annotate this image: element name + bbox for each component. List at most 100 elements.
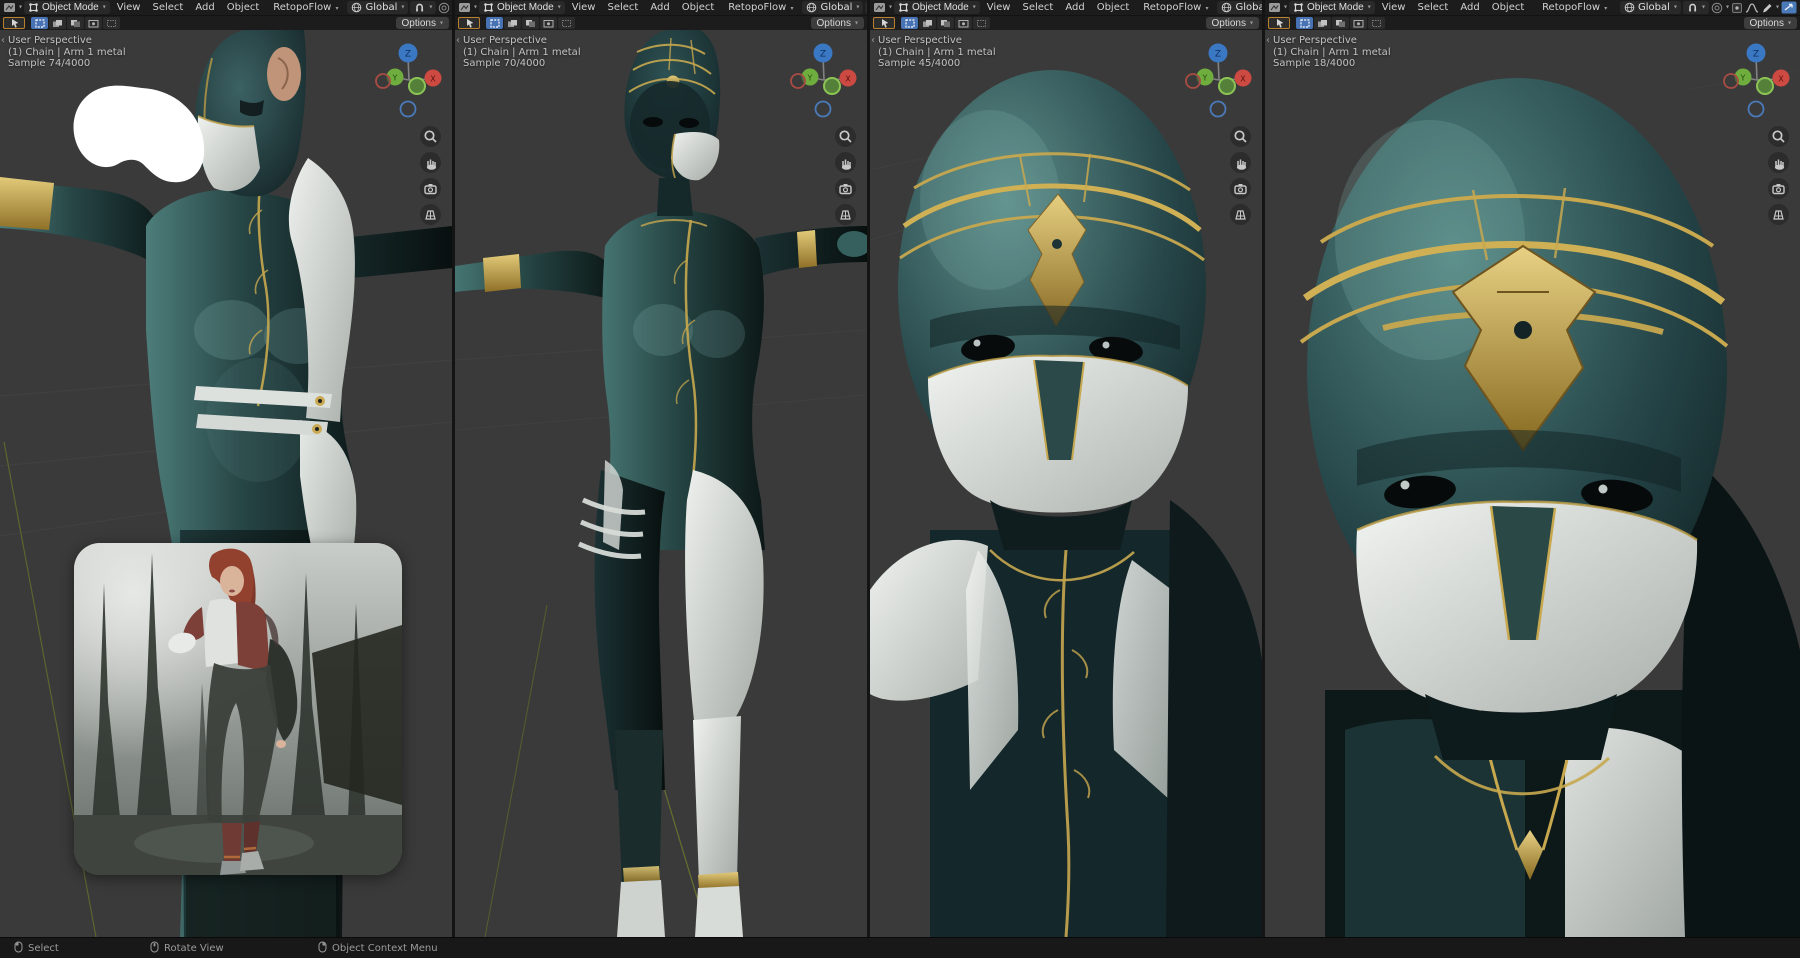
mode-selector[interactable]: Object Mode ▾ <box>894 1 980 14</box>
pan-hand-icon[interactable] <box>1768 152 1789 173</box>
select-intersect-tool[interactable] <box>1368 17 1385 29</box>
viewport-canvas-3[interactable]: ‹ User Perspective (1) Chain | Arm 1 met… <box>870 30 1262 937</box>
menu-select[interactable]: Select <box>1412 2 1453 13</box>
perspective-grid-icon[interactable] <box>420 204 441 225</box>
menu-object[interactable]: Object <box>222 2 265 13</box>
select-intersect-tool[interactable] <box>558 17 575 29</box>
snapping-dropdown[interactable]: ▾ <box>865 1 867 14</box>
menu-view[interactable]: View <box>112 2 146 13</box>
perspective-grid-icon[interactable] <box>1230 204 1251 225</box>
pan-hand-icon[interactable] <box>420 152 441 173</box>
active-tool-button[interactable] <box>3 17 25 29</box>
collapsed-toolbar-arrow[interactable]: ‹ <box>1266 35 1270 46</box>
falloff-curve-icon[interactable] <box>1745 2 1759 14</box>
menu-view[interactable]: View <box>1377 2 1411 13</box>
viewport-canvas-2[interactable]: ‹ User Perspective (1) Chain | Arm 1 met… <box>455 30 867 937</box>
menu-retopoflow[interactable]: RetopoFlow ▾ <box>723 2 798 13</box>
zoom-icon[interactable] <box>420 126 441 147</box>
menu-select[interactable]: Select <box>602 2 643 13</box>
transform-orientation-dropdown[interactable]: Global▾ <box>802 1 863 14</box>
zoom-icon[interactable] <box>1768 126 1789 147</box>
navigation-gizmo[interactable]: Z Y X <box>375 36 447 122</box>
options-button[interactable]: Options▾ <box>1744 17 1797 29</box>
menu-add[interactable]: Add <box>645 2 674 13</box>
menu-view[interactable]: View <box>982 2 1016 13</box>
select-extend-tool[interactable] <box>49 17 66 29</box>
collapsed-toolbar-arrow[interactable]: ‹ <box>871 35 875 46</box>
editor-type-icon[interactable] <box>873 2 886 13</box>
camera-icon[interactable] <box>835 178 856 199</box>
active-tool-button[interactable] <box>458 17 480 29</box>
select-extend-tool[interactable] <box>919 17 936 29</box>
mode-selector[interactable]: Object Mode ▾ <box>1289 1 1375 14</box>
navigation-gizmo[interactable]: Z Y X <box>1723 36 1795 122</box>
collapsed-toolbar-arrow[interactable]: ‹ <box>456 35 460 46</box>
options-button[interactable]: Options▾ <box>396 17 449 29</box>
select-subtract-tool[interactable] <box>67 17 84 29</box>
select-invert-tool[interactable] <box>540 17 557 29</box>
navigation-gizmo[interactable]: Z Y X <box>1185 36 1257 122</box>
collapsed-toolbar-arrow[interactable]: ‹ <box>1 35 5 46</box>
select-box-tool[interactable] <box>486 17 503 29</box>
select-subtract-tool[interactable] <box>1332 17 1349 29</box>
camera-icon[interactable] <box>420 178 441 199</box>
select-extend-tool[interactable] <box>504 17 521 29</box>
editor-type-icon[interactable] <box>1268 2 1281 13</box>
select-invert-tool[interactable] <box>1350 17 1367 29</box>
perspective-grid-icon[interactable] <box>835 204 856 225</box>
pan-hand-icon[interactable] <box>1230 152 1251 173</box>
select-subtract-tool[interactable] <box>937 17 954 29</box>
select-subtract-tool[interactable] <box>522 17 539 29</box>
viewport-canvas-4[interactable]: ‹ User Perspective (1) Chain | Arm 1 met… <box>1265 30 1800 937</box>
select-box-tool[interactable] <box>31 17 48 29</box>
menu-add[interactable]: Add <box>1060 2 1089 13</box>
transform-orientation-dropdown[interactable]: Global▾ <box>347 1 408 14</box>
select-box-tool[interactable] <box>901 17 918 29</box>
menu-select[interactable]: Select <box>1017 2 1058 13</box>
menu-select[interactable]: Select <box>147 2 188 13</box>
camera-icon[interactable] <box>1230 178 1251 199</box>
select-invert-tool[interactable] <box>85 17 102 29</box>
menu-object[interactable]: Object <box>1487 2 1530 13</box>
camera-icon[interactable] <box>1768 178 1789 199</box>
perspective-grid-icon[interactable] <box>1768 204 1789 225</box>
menu-view[interactable]: View <box>567 2 601 13</box>
active-tool-button[interactable] <box>873 17 895 29</box>
editor-type-icon[interactable] <box>458 2 471 13</box>
annotate-pen-icon[interactable] <box>1761 2 1773 14</box>
menu-retopoflow[interactable]: RetopoFlow ▾ <box>268 2 343 13</box>
reference-image-overlay[interactable] <box>74 543 402 875</box>
mode-selector[interactable]: Object Mode ▾ <box>24 1 110 14</box>
options-button[interactable]: Options▾ <box>1206 17 1259 29</box>
zoom-icon[interactable] <box>1230 126 1251 147</box>
navigation-gizmo[interactable]: Z Y X <box>790 36 862 122</box>
menu-add[interactable]: Add <box>190 2 219 13</box>
select-box-tool[interactable] <box>1296 17 1313 29</box>
select-invert-tool[interactable] <box>955 17 972 29</box>
snapping-dropdown[interactable]: ▾ <box>1683 1 1709 14</box>
menu-object[interactable]: Object <box>1092 2 1135 13</box>
menu-retopoflow[interactable]: RetopoFlow ▾ <box>1138 2 1213 13</box>
mode-selector[interactable]: Object Mode ▾ <box>479 1 565 14</box>
transform-orientation-dropdown[interactable]: Global▾ <box>1620 1 1681 14</box>
globe-icon <box>1221 2 1232 13</box>
editor-type-icon[interactable] <box>3 2 16 13</box>
mouse-right-icon <box>318 941 327 956</box>
snapping-dropdown[interactable]: ▾ <box>410 1 436 14</box>
select-intersect-tool[interactable] <box>973 17 990 29</box>
snap-target-icon[interactable] <box>1731 2 1743 14</box>
pan-hand-icon[interactable] <box>835 152 856 173</box>
xray-toggle-icon[interactable] <box>1781 1 1797 14</box>
svg-text:X: X <box>845 75 851 84</box>
active-tool-button[interactable] <box>1268 17 1290 29</box>
select-extend-tool[interactable] <box>1314 17 1331 29</box>
menu-add[interactable]: Add <box>1455 2 1484 13</box>
proportional-editing-icon[interactable] <box>438 2 450 14</box>
transform-orientation-dropdown[interactable]: Global▾ <box>1217 1 1262 14</box>
proportional-editing-icon[interactable] <box>1711 2 1723 14</box>
select-intersect-tool[interactable] <box>103 17 120 29</box>
zoom-icon[interactable] <box>835 126 856 147</box>
menu-retopoflow[interactable]: RetopoFlow ▾ <box>1537 2 1612 13</box>
options-button[interactable]: Options▾ <box>811 17 864 29</box>
menu-object[interactable]: Object <box>677 2 720 13</box>
